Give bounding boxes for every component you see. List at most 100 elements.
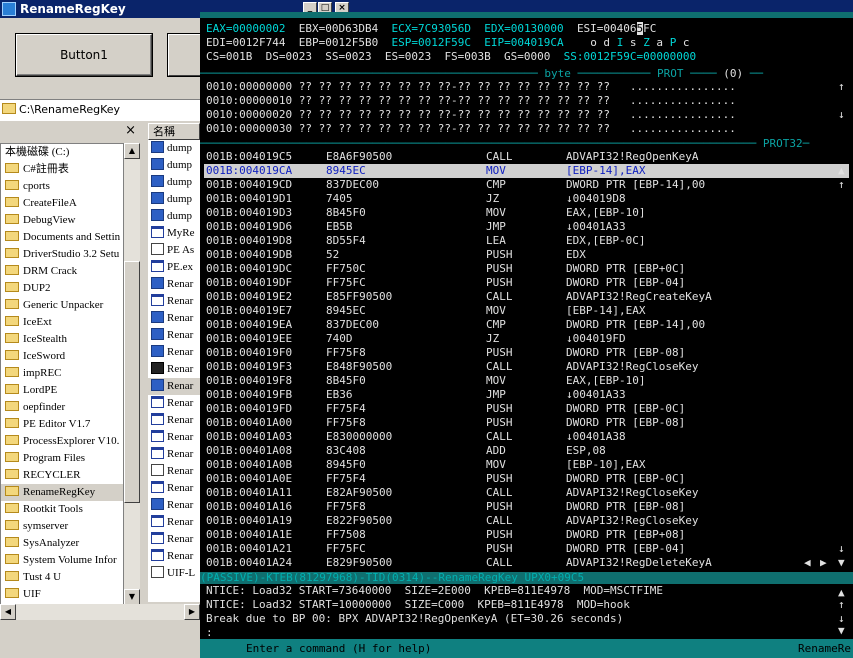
code-mnem[interactable]: MOV bbox=[486, 164, 506, 178]
code-ops[interactable]: [EBP-14],EAX bbox=[566, 164, 645, 178]
list-item[interactable]: MyRe bbox=[148, 225, 200, 242]
scroll-up-arrow-icon[interactable]: ▲ bbox=[124, 143, 140, 159]
code-addr[interactable]: 001B:00401A24 bbox=[206, 556, 292, 570]
tree-item[interactable]: oepfinder bbox=[1, 399, 123, 416]
code-addr[interactable]: 001B:004019FD bbox=[206, 402, 292, 416]
tree-item[interactable]: Documents and Settin bbox=[1, 229, 123, 246]
tree-item[interactable]: impREC bbox=[1, 365, 123, 382]
list-item[interactable]: Renar bbox=[148, 395, 200, 412]
tree-item[interactable]: System Volume Infor bbox=[1, 552, 123, 569]
code-scroll-down-icon[interactable]: ↓ bbox=[838, 542, 845, 555]
file-list[interactable]: dump dump dump dump dump MyRe PE As PE.ex Renar R… bbox=[148, 140, 200, 602]
list-item[interactable]: UIF-L bbox=[148, 565, 200, 582]
list-item[interactable]: Renar bbox=[148, 548, 200, 565]
tree-item[interactable]: IceStealth bbox=[1, 331, 123, 348]
drive-item[interactable]: 本機磁碟 (C:) bbox=[1, 144, 123, 161]
code-scroll-bottom-icon[interactable]: ▼ bbox=[838, 556, 845, 569]
code-addr[interactable]: 001B:004019F3 bbox=[206, 360, 292, 374]
scroll-left-arrow-icon[interactable]: ◀ bbox=[0, 604, 16, 620]
tree-item[interactable]: ProcessExplorer V10. bbox=[1, 433, 123, 450]
code-addr[interactable]: 001B:00401A08 bbox=[206, 444, 292, 458]
list-item[interactable]: PE As bbox=[148, 242, 200, 259]
code-addr[interactable]: 001B:004019DC bbox=[206, 262, 292, 276]
code-addr[interactable]: 001B:004019CA bbox=[206, 164, 292, 178]
code-addr[interactable]: 001B:00401A11 bbox=[206, 486, 292, 500]
list-item[interactable]: Renar bbox=[148, 480, 200, 497]
code-addr[interactable]: 001B:004019DF bbox=[206, 276, 292, 290]
list-item[interactable]: Renar bbox=[148, 310, 200, 327]
close-icon[interactable]: × bbox=[125, 123, 136, 138]
tree-item[interactable]: Generic Unpacker bbox=[1, 297, 123, 314]
code-bytes[interactable]: 8945EC bbox=[326, 164, 366, 178]
list-item[interactable]: dump bbox=[148, 208, 200, 225]
list-item[interactable]: dump bbox=[148, 140, 200, 157]
tree-scrollbar[interactable]: ▲ ▼ bbox=[124, 143, 140, 605]
scroll-down-arrow-icon[interactable]: ▼ bbox=[124, 589, 140, 605]
softice-debugger-window[interactable]: EAX=00000002 EBX=00D63DB4 ECX=7C93056D E… bbox=[200, 12, 853, 658]
tree-item[interactable]: DebugView bbox=[1, 212, 123, 229]
scroll-right-arrow-icon[interactable]: ▶ bbox=[184, 604, 200, 620]
list-item[interactable]: Renar bbox=[148, 327, 200, 344]
code-addr[interactable]: 001B:004019E7 bbox=[206, 304, 292, 318]
data-scroll-up-icon[interactable]: ↑ bbox=[838, 80, 845, 93]
list-item[interactable]: Renar bbox=[148, 378, 200, 395]
scrollbar-thumb[interactable] bbox=[124, 261, 140, 503]
list-item[interactable]: Renar bbox=[148, 531, 200, 548]
list-item[interactable]: Renar bbox=[148, 361, 200, 378]
list-item[interactable]: Renar bbox=[148, 514, 200, 531]
code-addr[interactable]: 001B:004019E2 bbox=[206, 290, 292, 304]
tree-item[interactable]: DRM Crack bbox=[1, 263, 123, 280]
list-item[interactable]: Renar bbox=[148, 429, 200, 446]
list-column-header-name[interactable]: 名稱 bbox=[148, 123, 200, 140]
tree-item[interactable]: Tust 4 U bbox=[1, 569, 123, 586]
tree-item[interactable]: symserver bbox=[1, 518, 123, 535]
code-addr[interactable]: 001B:00401A19 bbox=[206, 514, 292, 528]
list-item[interactable]: Renar bbox=[148, 446, 200, 463]
list-item[interactable]: dump bbox=[148, 174, 200, 191]
list-item[interactable]: Renar bbox=[148, 463, 200, 480]
code-addr[interactable]: 001B:00401A0B bbox=[206, 458, 292, 472]
data-row[interactable]: 0010:00000030 ?? ?? ?? ?? ?? ?? ?? ??-??… bbox=[206, 122, 736, 136]
code-scroll-top-icon[interactable]: ▲ bbox=[838, 164, 845, 177]
tree-item[interactable]: SysAnalyzer bbox=[1, 535, 123, 552]
code-addr[interactable]: 001B:00401A16 bbox=[206, 500, 292, 514]
tree-item[interactable]: UIF bbox=[1, 586, 123, 603]
tree-item[interactable]: IceExt bbox=[1, 314, 123, 331]
button1[interactable]: Button1 bbox=[16, 34, 152, 76]
tree-item[interactable]: RenameRegKey bbox=[1, 484, 123, 501]
tree-item[interactable]: LordPE bbox=[1, 382, 123, 399]
code-addr[interactable]: 001B:004019FB bbox=[206, 388, 292, 402]
code-addr[interactable]: 001B:004019D8 bbox=[206, 234, 292, 248]
log-scroll-bottom-icon[interactable]: ▼ bbox=[838, 624, 845, 637]
tree-item[interactable]: DUP2 bbox=[1, 280, 123, 297]
list-item[interactable]: Renar bbox=[148, 293, 200, 310]
tree-item[interactable]: Rootkit Tools bbox=[1, 501, 123, 518]
command-prompt[interactable]: : bbox=[206, 626, 213, 640]
code-addr[interactable]: 001B:00401A03 bbox=[206, 430, 292, 444]
code-addr[interactable]: 001B:004019F8 bbox=[206, 374, 292, 388]
code-addr[interactable]: 001B:004019CD bbox=[206, 178, 292, 192]
code-addr[interactable]: 001B:004019D3 bbox=[206, 206, 292, 220]
code-addr[interactable]: 001B:004019C5 bbox=[206, 150, 292, 164]
data-row[interactable]: 0010:00000000 ?? ?? ?? ?? ?? ?? ?? ??-??… bbox=[206, 80, 736, 94]
list-item[interactable]: Renar bbox=[148, 276, 200, 293]
tree-item[interactable]: CreateFileA bbox=[1, 195, 123, 212]
list-item[interactable]: Renar bbox=[148, 412, 200, 429]
code-scroll-up-icon[interactable]: ↑ bbox=[838, 178, 845, 191]
code-addr[interactable]: 001B:00401A1E bbox=[206, 528, 292, 542]
tree-item[interactable]: C#註冊表 bbox=[1, 161, 123, 178]
code-addr[interactable]: 001B:004019F0 bbox=[206, 346, 292, 360]
code-addr[interactable]: 001B:004019DB bbox=[206, 248, 292, 262]
tree-item[interactable]: IceSword bbox=[1, 348, 123, 365]
tree-item[interactable]: cports bbox=[1, 178, 123, 195]
code-addr[interactable]: 001B:004019D6 bbox=[206, 220, 292, 234]
code-addr[interactable]: 001B:00401A00 bbox=[206, 416, 292, 430]
log-scroll-up-icon[interactable]: ↑ bbox=[838, 598, 845, 611]
tree-item[interactable]: DriverStudio 3.2 Setu bbox=[1, 246, 123, 263]
tree-item[interactable]: RECYCLER bbox=[1, 467, 123, 484]
folder-tree[interactable]: 本機磁碟 (C:) C#註冊表 cports CreateFileA DebugView… bbox=[0, 143, 124, 605]
code-addr[interactable]: 001B:00401A0E bbox=[206, 472, 292, 486]
data-row[interactable]: 0010:00000010 ?? ?? ?? ?? ?? ?? ?? ??-??… bbox=[206, 94, 736, 108]
code-addr[interactable]: 001B:004019D1 bbox=[206, 192, 292, 206]
current-instruction-highlight[interactable]: 001B:004019CA 8945EC MOV [EBP-14],EAX bbox=[204, 164, 849, 178]
